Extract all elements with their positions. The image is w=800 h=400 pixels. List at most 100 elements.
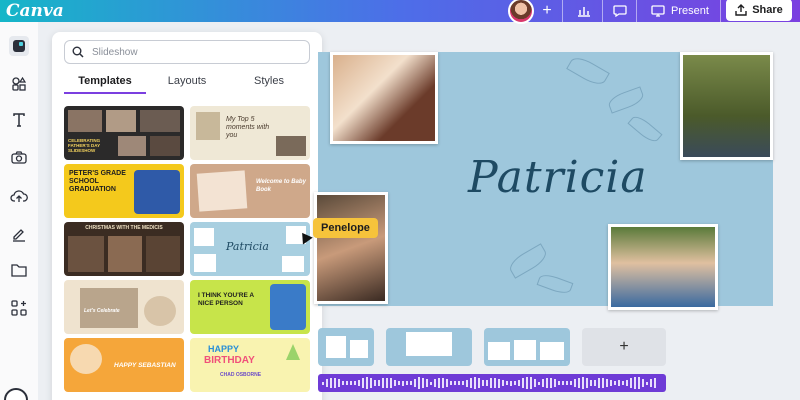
- search-icon: [72, 46, 84, 58]
- template-thumbnail[interactable]: Patricia: [190, 222, 310, 276]
- waveform-bar: [474, 377, 476, 389]
- panel-tabs: Templates Layouts Styles: [64, 72, 310, 94]
- waveform-bar: [422, 377, 424, 389]
- template-title: CHRISTMAS WITH THE MEDICIS: [85, 225, 163, 231]
- photo-frame[interactable]: [608, 224, 718, 310]
- present-icon: [651, 5, 665, 17]
- draw-icon[interactable]: [9, 224, 29, 244]
- template-thumbnail[interactable]: CHRISTMAS WITH THE MEDICIS: [64, 222, 184, 276]
- design-canvas[interactable]: Patricia: [314, 52, 773, 310]
- waveform-bar: [326, 379, 328, 387]
- template-thumbnail[interactable]: My Top 5 moments with you: [190, 106, 310, 160]
- brand-icon[interactable]: [9, 148, 29, 168]
- add-page-button[interactable]: +: [582, 328, 666, 366]
- photo-frame[interactable]: [330, 52, 438, 144]
- template-thumbnail[interactable]: HAPPY SEBASTIAN: [64, 338, 184, 392]
- waveform-bar: [626, 380, 628, 386]
- leaf-decoration: [566, 53, 610, 89]
- toolbar-divider: [720, 0, 721, 22]
- waveform-bar: [586, 378, 588, 388]
- search-box[interactable]: [64, 40, 310, 64]
- insights-button[interactable]: [568, 0, 600, 22]
- page-thumbnail[interactable]: [318, 328, 374, 366]
- waveform-bar: [458, 380, 460, 386]
- waveform-bar: [342, 380, 344, 386]
- waveform-bar: [594, 380, 596, 386]
- tab-templates[interactable]: Templates: [64, 72, 146, 94]
- waveform-bar: [514, 381, 516, 385]
- tab-styles[interactable]: Styles: [228, 72, 310, 94]
- waveform-bar: [534, 379, 536, 387]
- apps-icon[interactable]: [9, 298, 29, 318]
- waveform-bar: [630, 378, 632, 388]
- toolbar-divider: [562, 0, 563, 22]
- waveform-bar: [374, 380, 376, 386]
- waveform-bar: [330, 377, 332, 389]
- canva-logo[interactable]: Canva: [6, 0, 64, 22]
- present-button[interactable]: Present: [644, 0, 716, 22]
- projects-icon[interactable]: [9, 260, 29, 280]
- waveform-bar: [606, 378, 608, 388]
- page-thumbnail[interactable]: [386, 328, 472, 366]
- photo-frame[interactable]: [680, 52, 773, 160]
- waveform-bar: [470, 377, 472, 389]
- tab-layouts[interactable]: Layouts: [146, 72, 228, 94]
- waveform-bar: [430, 381, 432, 385]
- template-title: BIRTHDAY: [204, 355, 255, 366]
- waveform-bar: [650, 379, 652, 387]
- template-title: I THINK YOU'RE A NICE PERSON: [198, 292, 254, 307]
- waveform-bar: [546, 377, 548, 389]
- waveform-bar: [570, 381, 572, 385]
- waveform-bar: [426, 379, 428, 387]
- template-thumbnail[interactable]: I THINK YOU'RE A NICE PERSON: [190, 280, 310, 334]
- elements-icon[interactable]: [9, 74, 29, 94]
- add-collaborator-button[interactable]: +: [536, 0, 558, 22]
- waveform-bar: [558, 381, 560, 385]
- comment-button[interactable]: [606, 0, 634, 22]
- waveform-bar: [566, 380, 568, 386]
- template-thumbnail[interactable]: PETER'S GRADE SCHOOL GRADUATION: [64, 164, 184, 218]
- waveform-bar: [554, 379, 556, 387]
- waveform-bar: [338, 378, 340, 388]
- design-icon[interactable]: [9, 36, 29, 56]
- waveform-bar: [602, 377, 604, 389]
- page-thumbnail[interactable]: [484, 328, 570, 366]
- templates-panel: Templates Layouts Styles CELEBRATING FAT…: [52, 32, 322, 400]
- uploads-icon[interactable]: [9, 186, 29, 206]
- waveform-bar: [410, 380, 412, 386]
- template-thumbnail[interactable]: CELEBRATING FATHER'S DAY SLIDESHOW: [64, 106, 184, 160]
- waveform-bar: [550, 378, 552, 388]
- canvas-title[interactable]: Patricia: [468, 152, 648, 203]
- collaborator-label: Penelope: [313, 218, 378, 238]
- template-thumbnail[interactable]: Let's Celebrate: [64, 280, 184, 334]
- photo-frame[interactable]: [314, 192, 388, 304]
- waveform-bar: [378, 380, 380, 386]
- waveform-bar: [382, 378, 384, 388]
- waveform-bar: [646, 381, 648, 385]
- waveform-bar: [362, 378, 364, 388]
- audio-track[interactable]: [318, 374, 666, 392]
- waveform-bar: [538, 381, 540, 385]
- leaf-decoration: [506, 243, 550, 279]
- waveform-bar: [482, 380, 484, 386]
- waveform-bar: [454, 380, 456, 386]
- share-button[interactable]: Share: [726, 0, 792, 21]
- template-thumbnail[interactable]: Welcome to Baby Book: [190, 164, 310, 218]
- text-icon[interactable]: [9, 110, 29, 130]
- waveform-bar: [582, 377, 584, 389]
- waveform-bar: [418, 377, 420, 389]
- waveform-bar: [498, 378, 500, 388]
- waveform-bar: [438, 377, 440, 389]
- waveform-bar: [414, 378, 416, 388]
- template-thumbnail[interactable]: HAPPY BIRTHDAY CHAD OSBORNE: [190, 338, 310, 392]
- waveform-bar: [358, 379, 360, 387]
- waveform-bar: [350, 380, 352, 386]
- waveform-bar: [638, 377, 640, 389]
- waveform-bar: [490, 378, 492, 388]
- search-input[interactable]: [92, 46, 292, 58]
- user-avatar[interactable]: [508, 0, 534, 24]
- waveform-bar: [406, 380, 408, 386]
- waveform-bar: [598, 378, 600, 388]
- top-bar: Canva + Present Share: [0, 0, 800, 24]
- bar-chart-icon: [578, 7, 590, 17]
